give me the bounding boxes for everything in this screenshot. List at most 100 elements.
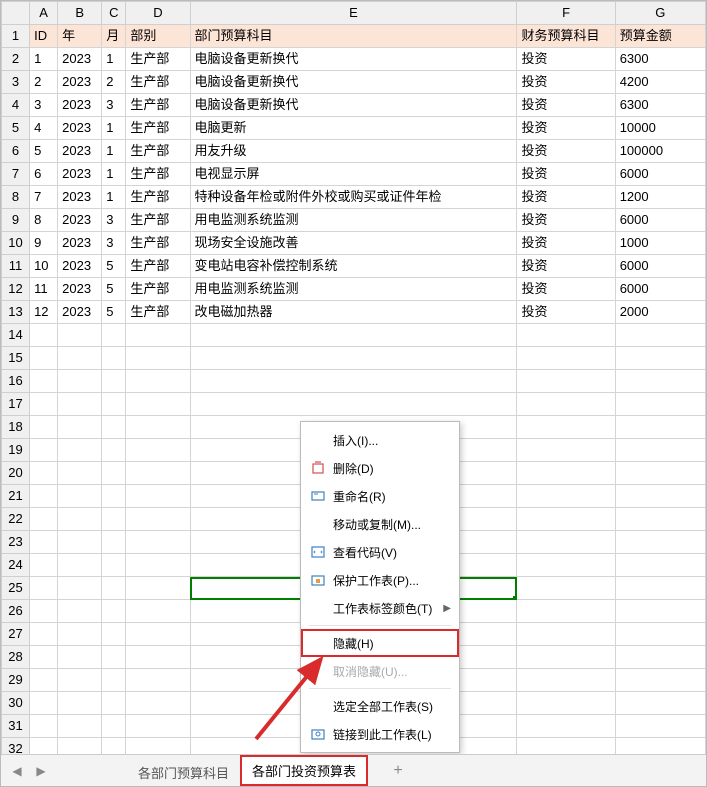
cell-E6[interactable]: 用友升级: [190, 140, 517, 163]
menu-item-10[interactable]: 链接到此工作表(L): [301, 720, 459, 748]
cell-C16[interactable]: [102, 370, 126, 393]
cell-C7[interactable]: 1: [102, 163, 126, 186]
cell-D19[interactable]: [126, 439, 190, 462]
cell-F2[interactable]: 投资: [517, 48, 615, 71]
row-header[interactable]: 5: [2, 117, 30, 140]
col-header-E[interactable]: E: [190, 2, 517, 25]
row-header[interactable]: 13: [2, 301, 30, 324]
cell-D8[interactable]: 生产部: [126, 186, 190, 209]
cell-D7[interactable]: 生产部: [126, 163, 190, 186]
cell-C19[interactable]: [102, 439, 126, 462]
row-header[interactable]: 26: [2, 600, 30, 623]
row-header[interactable]: 19: [2, 439, 30, 462]
cell-F18[interactable]: [517, 416, 615, 439]
cell-A16[interactable]: [30, 370, 58, 393]
cell-B20[interactable]: [58, 462, 102, 485]
cell-F17[interactable]: [517, 393, 615, 416]
cell-B25[interactable]: [58, 577, 102, 600]
cell-B31[interactable]: [58, 715, 102, 738]
cell-C13[interactable]: 5: [102, 301, 126, 324]
cell-D3[interactable]: 生产部: [126, 71, 190, 94]
cell-G15[interactable]: [615, 347, 705, 370]
cell-D24[interactable]: [126, 554, 190, 577]
cell-G8[interactable]: 1200: [615, 186, 705, 209]
menu-item-9[interactable]: 选定全部工作表(S): [301, 692, 459, 720]
cell-E17[interactable]: [190, 393, 517, 416]
row-header[interactable]: 29: [2, 669, 30, 692]
cell-C2[interactable]: 1: [102, 48, 126, 71]
cell-C20[interactable]: [102, 462, 126, 485]
col-header-C[interactable]: C: [102, 2, 126, 25]
cell-G30[interactable]: [615, 692, 705, 715]
cell-A12[interactable]: 11: [30, 278, 58, 301]
cell-C22[interactable]: [102, 508, 126, 531]
cell-C25[interactable]: [102, 577, 126, 600]
cell-F1[interactable]: 财务预算科目: [517, 25, 615, 48]
add-sheet-button[interactable]: +: [386, 762, 410, 780]
cell-F28[interactable]: [517, 646, 615, 669]
cell-C17[interactable]: [102, 393, 126, 416]
cell-A26[interactable]: [30, 600, 58, 623]
menu-item-6[interactable]: 工作表标签颜色(T)▶: [301, 594, 459, 622]
cell-C27[interactable]: [102, 623, 126, 646]
cell-F32[interactable]: [517, 738, 615, 755]
cell-A18[interactable]: [30, 416, 58, 439]
cell-A15[interactable]: [30, 347, 58, 370]
row-header[interactable]: 12: [2, 278, 30, 301]
cell-A28[interactable]: [30, 646, 58, 669]
cell-A21[interactable]: [30, 485, 58, 508]
cell-B27[interactable]: [58, 623, 102, 646]
cell-B18[interactable]: [58, 416, 102, 439]
cell-D23[interactable]: [126, 531, 190, 554]
cell-D28[interactable]: [126, 646, 190, 669]
row-header[interactable]: 30: [2, 692, 30, 715]
cell-B6[interactable]: 2023: [58, 140, 102, 163]
row-header[interactable]: 18: [2, 416, 30, 439]
cell-A2[interactable]: 1: [30, 48, 58, 71]
cell-F4[interactable]: 投资: [517, 94, 615, 117]
cell-A4[interactable]: 3: [30, 94, 58, 117]
row-header[interactable]: 25: [2, 577, 30, 600]
cell-E10[interactable]: 现场安全设施改善: [190, 232, 517, 255]
col-header-F[interactable]: F: [517, 2, 615, 25]
cell-B12[interactable]: 2023: [58, 278, 102, 301]
cell-B16[interactable]: [58, 370, 102, 393]
cell-G26[interactable]: [615, 600, 705, 623]
cell-G3[interactable]: 4200: [615, 71, 705, 94]
row-header[interactable]: 14: [2, 324, 30, 347]
cell-D5[interactable]: 生产部: [126, 117, 190, 140]
cell-C18[interactable]: [102, 416, 126, 439]
cell-C14[interactable]: [102, 324, 126, 347]
sheet-tab-0[interactable]: 各部门预算科目: [127, 758, 240, 786]
cell-G29[interactable]: [615, 669, 705, 692]
cell-C24[interactable]: [102, 554, 126, 577]
cell-G19[interactable]: [615, 439, 705, 462]
cell-B1[interactable]: 年: [58, 25, 102, 48]
cell-D6[interactable]: 生产部: [126, 140, 190, 163]
cell-E2[interactable]: 电脑设备更新换代: [190, 48, 517, 71]
cell-E8[interactable]: 特种设备年检或附件外校或购买或证件年检: [190, 186, 517, 209]
cell-D27[interactable]: [126, 623, 190, 646]
menu-item-0[interactable]: 插入(I)...: [301, 426, 459, 454]
col-header-B[interactable]: B: [58, 2, 102, 25]
cell-D4[interactable]: 生产部: [126, 94, 190, 117]
cell-C8[interactable]: 1: [102, 186, 126, 209]
cell-C32[interactable]: [102, 738, 126, 755]
menu-item-5[interactable]: 保护工作表(P)...: [301, 566, 459, 594]
cell-D32[interactable]: [126, 738, 190, 755]
row-header[interactable]: 11: [2, 255, 30, 278]
cell-F7[interactable]: 投资: [517, 163, 615, 186]
cell-A10[interactable]: 9: [30, 232, 58, 255]
cell-F14[interactable]: [517, 324, 615, 347]
cell-A27[interactable]: [30, 623, 58, 646]
cell-A23[interactable]: [30, 531, 58, 554]
cell-F5[interactable]: 投资: [517, 117, 615, 140]
cell-F22[interactable]: [517, 508, 615, 531]
cell-B3[interactable]: 2023: [58, 71, 102, 94]
cell-B26[interactable]: [58, 600, 102, 623]
cell-A24[interactable]: [30, 554, 58, 577]
cell-A11[interactable]: 10: [30, 255, 58, 278]
row-header[interactable]: 1: [2, 25, 30, 48]
cell-D26[interactable]: [126, 600, 190, 623]
cell-G23[interactable]: [615, 531, 705, 554]
